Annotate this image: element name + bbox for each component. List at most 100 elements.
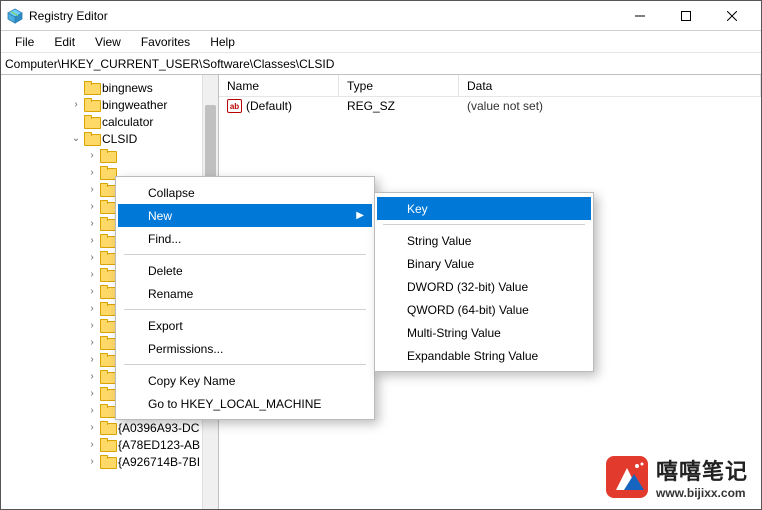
chevron-right-icon[interactable]: › bbox=[87, 456, 97, 467]
watermark-text-cn: 嘻嘻笔记 bbox=[656, 454, 748, 486]
menu-separator bbox=[383, 224, 585, 225]
context-menu-item[interactable]: QWORD (64-bit) Value bbox=[377, 298, 591, 321]
menubar: File Edit View Favorites Help bbox=[1, 31, 761, 53]
tree-item[interactable]: bingnews bbox=[1, 79, 218, 96]
context-menu-item[interactable]: Copy Key Name bbox=[118, 369, 372, 392]
close-button[interactable] bbox=[709, 1, 755, 31]
menu-view[interactable]: View bbox=[85, 33, 131, 51]
chevron-right-icon[interactable]: › bbox=[87, 218, 97, 229]
folder-icon bbox=[84, 81, 99, 94]
chevron-right-icon[interactable]: › bbox=[87, 439, 97, 450]
col-header-data[interactable]: Data bbox=[459, 75, 761, 96]
context-menu-item[interactable]: Expandable String Value bbox=[377, 344, 591, 367]
chevron-right-icon[interactable]: › bbox=[87, 354, 97, 365]
context-menu-item[interactable]: Export bbox=[118, 314, 372, 337]
chevron-right-icon[interactable]: › bbox=[87, 286, 97, 297]
folder-icon bbox=[100, 404, 115, 417]
watermark-text-url: www.bijixx.com bbox=[656, 486, 746, 500]
submenu-arrow-icon: ▶ bbox=[356, 210, 364, 221]
tree-item[interactable]: › {A78ED123-AB bbox=[1, 436, 218, 453]
chevron-right-icon[interactable]: › bbox=[87, 201, 97, 212]
context-menu-item[interactable]: Rename bbox=[118, 282, 372, 305]
chevron-right-icon[interactable]: › bbox=[87, 184, 97, 195]
folder-icon bbox=[100, 251, 115, 264]
menu-file[interactable]: File bbox=[5, 33, 44, 51]
context-menu-item[interactable]: Permissions... bbox=[118, 337, 372, 360]
col-header-name[interactable]: Name bbox=[219, 75, 339, 96]
folder-icon bbox=[100, 319, 115, 332]
titlebar: Registry Editor bbox=[1, 1, 761, 31]
column-headers: Name Type Data bbox=[219, 75, 761, 97]
chevron-down-icon[interactable]: ⌄ bbox=[71, 133, 81, 144]
context-menu-item[interactable]: New▶ bbox=[118, 204, 372, 227]
col-header-type[interactable]: Type bbox=[339, 75, 459, 96]
folder-icon bbox=[84, 115, 99, 128]
list-row[interactable]: ab (Default) REG_SZ (value not set) bbox=[219, 97, 761, 115]
maximize-button[interactable] bbox=[663, 1, 709, 31]
tree-item-label: bingnews bbox=[102, 81, 153, 95]
chevron-right-icon[interactable]: › bbox=[71, 99, 81, 110]
chevron-right-icon[interactable]: › bbox=[87, 235, 97, 246]
folder-icon bbox=[100, 166, 115, 179]
menu-separator bbox=[124, 364, 366, 365]
tree-item[interactable]: ⌄ CLSID bbox=[1, 130, 218, 147]
chevron-right-icon[interactable]: › bbox=[87, 252, 97, 263]
context-menu-item[interactable]: Binary Value bbox=[377, 252, 591, 275]
context-menu-item[interactable]: String Value bbox=[377, 229, 591, 252]
watermark: 嘻嘻笔记 www.bijixx.com bbox=[604, 454, 748, 500]
app-icon bbox=[7, 8, 23, 24]
chevron-right-icon[interactable]: › bbox=[87, 167, 97, 178]
context-menu-item[interactable]: Go to HKEY_LOCAL_MACHINE bbox=[118, 392, 372, 415]
menu-favorites[interactable]: Favorites bbox=[131, 33, 200, 51]
chevron-right-icon[interactable]: › bbox=[87, 320, 97, 331]
tree-item-label: {A78ED123-AB bbox=[118, 438, 200, 452]
minimize-button[interactable] bbox=[617, 1, 663, 31]
folder-icon bbox=[100, 455, 115, 468]
tree-item[interactable]: › {A0396A93-DC bbox=[1, 419, 218, 436]
folder-icon bbox=[100, 234, 115, 247]
context-menu-item[interactable]: Find... bbox=[118, 227, 372, 250]
tree-item[interactable]: ›{A926714B-7BI bbox=[1, 453, 218, 470]
cell-data: (value not set) bbox=[459, 99, 761, 113]
context-menu-item[interactable]: Key bbox=[377, 197, 591, 220]
folder-icon bbox=[100, 387, 115, 400]
watermark-logo bbox=[604, 454, 650, 500]
folder-icon bbox=[100, 200, 115, 213]
context-menu-item[interactable]: Collapse bbox=[118, 181, 372, 204]
context-menu-item[interactable]: Delete bbox=[118, 259, 372, 282]
chevron-right-icon[interactable]: › bbox=[87, 269, 97, 280]
folder-icon bbox=[100, 149, 115, 162]
chevron-right-icon[interactable]: › bbox=[87, 422, 97, 433]
tree-item-label: bingweather bbox=[102, 98, 167, 112]
tree-item[interactable]: calculator bbox=[1, 113, 218, 130]
context-menu: CollapseNew▶Find... DeleteRename ExportPer… bbox=[115, 176, 375, 420]
menu-help[interactable]: Help bbox=[200, 33, 245, 51]
chevron-right-icon[interactable]: › bbox=[87, 303, 97, 314]
tree-item-label: CLSID bbox=[102, 132, 137, 146]
context-menu-item[interactable]: Multi-String Value bbox=[377, 321, 591, 344]
folder-icon bbox=[100, 353, 115, 366]
chevron-right-icon[interactable]: › bbox=[87, 371, 97, 382]
address-bar[interactable]: Computer\HKEY_CURRENT_USER\Software\Clas… bbox=[1, 53, 761, 75]
menu-edit[interactable]: Edit bbox=[44, 33, 85, 51]
cell-type: REG_SZ bbox=[339, 99, 459, 113]
folder-icon bbox=[100, 421, 115, 434]
tree-item[interactable]: › bingweather bbox=[1, 96, 218, 113]
folder-icon bbox=[100, 217, 115, 230]
chevron-right-icon[interactable]: › bbox=[87, 150, 97, 161]
scroll-thumb[interactable] bbox=[205, 105, 216, 185]
folder-icon bbox=[100, 370, 115, 383]
tree-item[interactable]: › bbox=[1, 147, 218, 164]
tree-item-label: {A0396A93-DC bbox=[118, 421, 199, 435]
chevron-right-icon[interactable]: › bbox=[87, 388, 97, 399]
value-name: (Default) bbox=[246, 99, 292, 113]
context-menu-item[interactable]: DWORD (32-bit) Value bbox=[377, 275, 591, 298]
menu-separator bbox=[124, 309, 366, 310]
cell-name: ab (Default) bbox=[219, 99, 339, 113]
tree-item-label: calculator bbox=[102, 115, 153, 129]
folder-icon bbox=[100, 336, 115, 349]
chevron-right-icon[interactable]: › bbox=[87, 405, 97, 416]
folder-icon bbox=[100, 268, 115, 281]
chevron-right-icon[interactable]: › bbox=[87, 337, 97, 348]
folder-icon bbox=[100, 285, 115, 298]
